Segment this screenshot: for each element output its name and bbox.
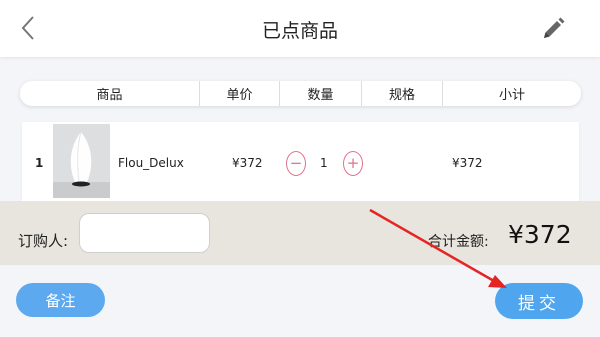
- product-thumbnail: [53, 124, 110, 198]
- total-label: 合计金额:: [428, 234, 489, 250]
- row-index: 1: [35, 156, 44, 170]
- product-name: Flou_Delux: [118, 156, 184, 170]
- lamp-image: [53, 124, 110, 198]
- pencil-icon: [544, 17, 565, 38]
- column-header-unit-price: 单价: [199, 81, 279, 106]
- order-summary-bar: 订购人: 合计金额: ¥372: [0, 201, 600, 265]
- column-header-spec: 规格: [361, 81, 442, 106]
- column-header-subtotal: 小计: [442, 81, 581, 106]
- quantity-increase-button[interactable]: +: [343, 151, 363, 176]
- quantity-value: 1: [320, 156, 328, 170]
- total-amount: ¥372: [508, 220, 572, 249]
- column-header-quantity: 数量: [279, 81, 361, 106]
- header-bar: 已点商品: [0, 0, 600, 57]
- buyer-input[interactable]: [79, 213, 210, 253]
- submit-button[interactable]: 提交: [495, 283, 583, 319]
- unit-price: ¥372: [232, 156, 263, 170]
- remark-button[interactable]: 备注: [16, 283, 105, 317]
- row-subtotal: ¥372: [452, 156, 483, 170]
- edit-button[interactable]: [540, 16, 566, 42]
- page-title: 已点商品: [261, 20, 338, 42]
- buyer-label: 订购人:: [18, 232, 69, 250]
- table-row: 1 Flou_Delux ¥372 − 1 + ¥372: [22, 122, 579, 202]
- column-header-product: 商品: [96, 88, 123, 103]
- table-header: 商品 单价 数量 规格 小计: [20, 81, 581, 106]
- quantity-decrease-button[interactable]: −: [286, 151, 306, 176]
